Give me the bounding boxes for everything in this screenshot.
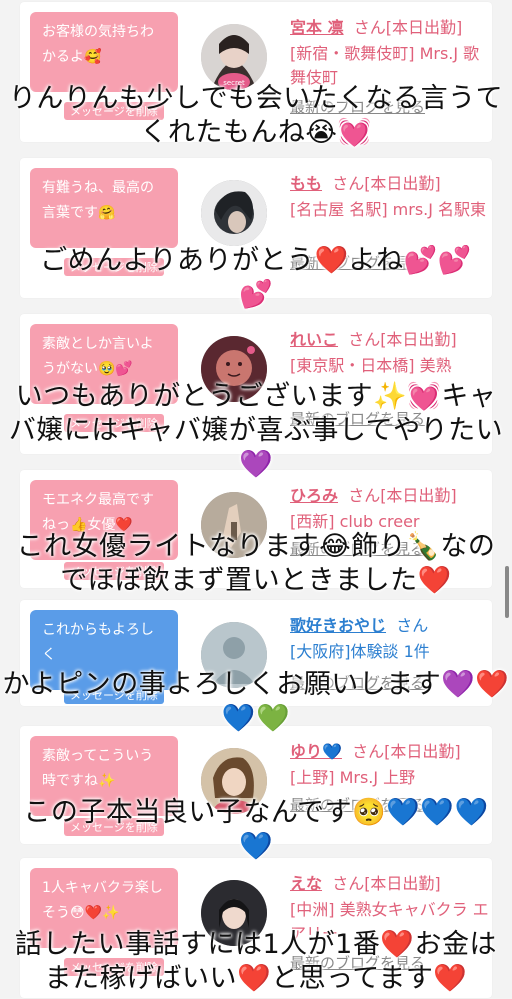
cast-name-line: もも さん[本日出勤]: [290, 170, 441, 194]
cast-name-line: ひろみ さん[本日出勤]: [290, 482, 457, 506]
cast-name-line: 宮本 凛 さん[本日出勤]: [290, 14, 462, 38]
cast-name-link[interactable]: 歌好きおやじ: [290, 616, 386, 635]
status-text: さん[本日出勤]: [332, 874, 441, 893]
cast-name-link[interactable]: もも: [290, 174, 322, 193]
cast-name-link[interactable]: ひろみ: [290, 486, 338, 505]
status-text: さん[本日出勤]: [348, 330, 457, 349]
overlay-caption: かよピンの事よろしくお願いします💜❤️💙💚: [2, 669, 510, 734]
cast-name-line: ゆり💙 さん[本日出勤]: [290, 738, 461, 762]
overlay-caption: りんりんも少しでも会いたくなる言うてくれたもんね😭💓: [8, 83, 504, 148]
overlay-caption: いつもありがとうございます✨💓キャバ嬢にはキャバ嬢が喜ぶ事してやりたい💜: [8, 381, 504, 480]
status-text: さん[本日出勤]: [352, 742, 461, 761]
overlay-caption: 話したい事話すには1人が1番❤️お金はまた稼げばいい❤️と思ってます❤️: [15, 929, 497, 994]
status-text: さん[本日出勤]: [332, 174, 441, 193]
shop-link[interactable]: [上野] Mrs.J 上野: [290, 766, 490, 790]
overlay-caption: この子本当良い子なんです🥺💙💙💙💙: [23, 797, 489, 862]
cast-name-link[interactable]: ゆり💙: [290, 742, 342, 761]
status-text: さん[本日出勤]: [348, 486, 457, 505]
status-text: さん[本日出勤]: [353, 18, 463, 37]
cast-name-line: えな さん[本日出勤]: [290, 870, 441, 894]
cast-name-link[interactable]: えな: [290, 874, 322, 893]
cast-name-link[interactable]: 宮本 凛: [290, 18, 344, 37]
cast-name-link[interactable]: れいこ: [290, 330, 338, 349]
status-text: さん: [396, 616, 429, 635]
avatar[interactable]: secret: [201, 24, 267, 90]
message-bubble: 有難うね、最高の言葉です🤗: [30, 168, 178, 248]
cast-name-line: れいこ さん[本日出勤]: [290, 326, 457, 350]
overlay-caption: これ女優ライトなります😂飾り🍾なのでほぼ飲まず置いときました❤️: [16, 531, 496, 596]
avatar[interactable]: [201, 180, 267, 246]
shop-link[interactable]: [東京駅・日本橋] 美熟: [290, 354, 490, 378]
overlay-caption: ごめんよりありがとう❤️よね💕💕💕: [40, 245, 472, 310]
message-bubble: お客様の気持ちわかるよ🥰: [30, 12, 178, 92]
cast-name-line: 歌好きおやじ さん: [290, 612, 428, 636]
shop-link[interactable]: [名古屋 名駅] mrs.J 名駅東: [290, 198, 490, 222]
shop-link[interactable]: [大阪府]体験談 1件: [290, 640, 490, 664]
